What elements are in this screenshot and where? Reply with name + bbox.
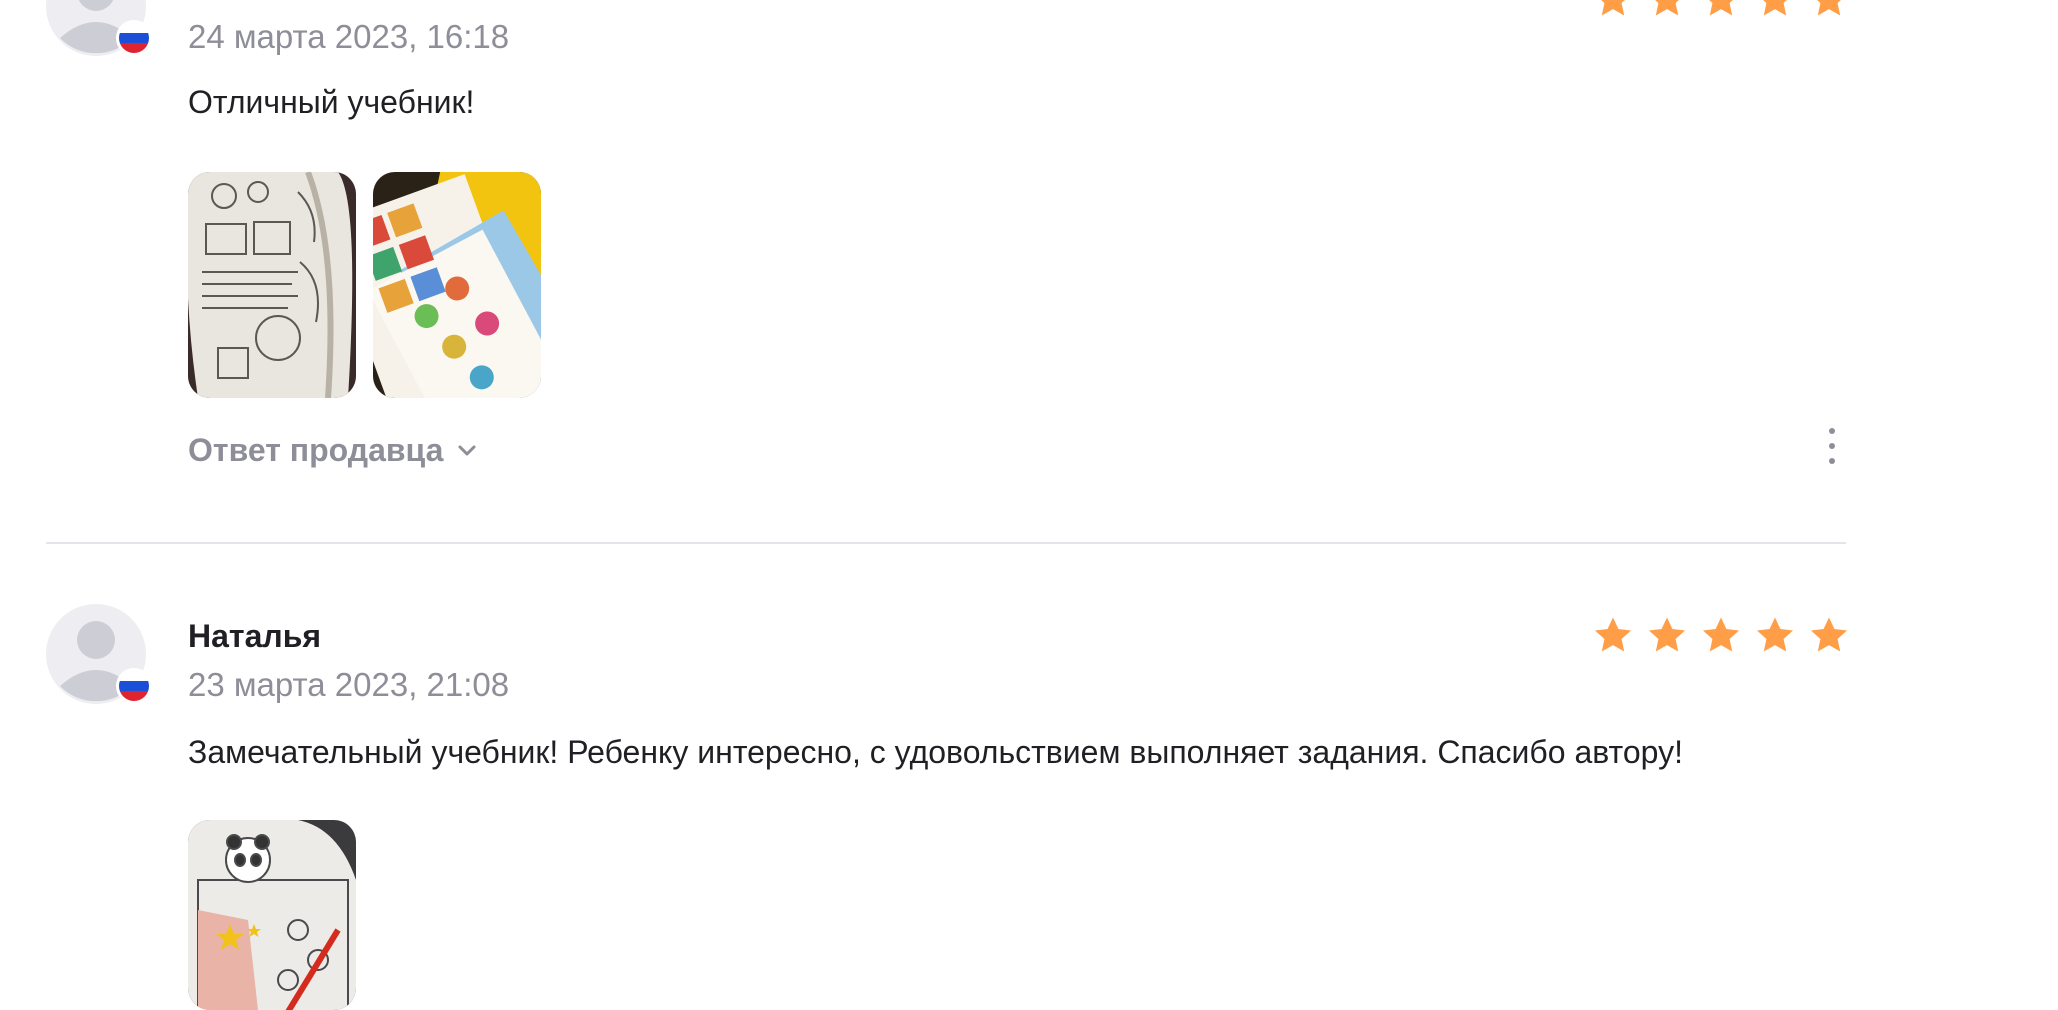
star-icon <box>1756 617 1794 652</box>
star-icon <box>1810 617 1848 652</box>
chevron-down-icon <box>458 445 476 455</box>
seller-reply-toggle[interactable]: Ответ продавца <box>188 432 477 469</box>
star-icon <box>1648 617 1686 652</box>
review-date: 24 марта 2023, 16:18 <box>188 18 510 55</box>
star-icon <box>1655 0 1679 16</box>
star-icon <box>1763 0 1787 16</box>
avatar[interactable] <box>46 604 152 704</box>
star-icon <box>1601 0 1625 16</box>
avatar[interactable] <box>46 0 152 56</box>
review-author[interactable]: Наталья <box>188 618 321 655</box>
review-photos <box>188 820 356 1010</box>
star-icon <box>1594 617 1632 652</box>
workbook-page-photo[interactable] <box>188 172 356 398</box>
review-text: Замечательный учебник! Ребенку интересно… <box>188 734 1683 770</box>
more-options-icon[interactable] <box>1822 424 1842 468</box>
star-icon <box>1702 617 1740 652</box>
rating-stars <box>1592 0 1850 20</box>
review-card: Наталья 23 марта 2023, 21:08 Замечательн… <box>0 544 1848 1010</box>
ru-flag-icon <box>116 20 152 56</box>
panda-workbook-photo[interactable] <box>188 820 356 1010</box>
seller-reply-label: Ответ продавца <box>188 432 444 468</box>
star-icon <box>1709 0 1733 16</box>
review-photos <box>188 172 541 398</box>
review-date: 23 марта 2023, 21:08 <box>188 666 510 703</box>
ru-flag-icon <box>116 668 152 704</box>
review-text: Отличный учебник! <box>188 84 475 120</box>
star-icon <box>1817 0 1841 16</box>
rating-stars <box>1592 614 1850 656</box>
colorful-cards-photo[interactable] <box>373 172 541 398</box>
review-card: 24 марта 2023, 16:18 Отличный учебник! О… <box>0 0 1842 542</box>
